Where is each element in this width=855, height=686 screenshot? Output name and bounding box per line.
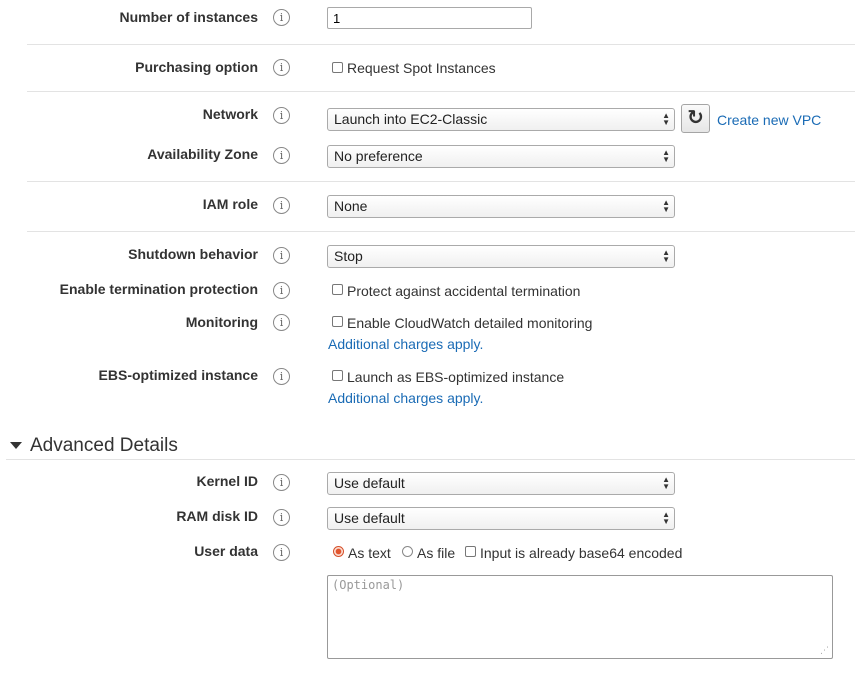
- ebs-checkbox-label: Launch as EBS-optimized instance: [347, 369, 565, 385]
- info-icon[interactable]: i: [273, 509, 290, 526]
- iam-select-value: None: [334, 198, 368, 214]
- create-vpc-link[interactable]: Create new VPC: [717, 112, 821, 128]
- refresh-icon[interactable]: ↻: [681, 104, 710, 133]
- spot-instances-label: Request Spot Instances: [347, 60, 496, 76]
- info-icon[interactable]: i: [273, 147, 290, 164]
- info-icon[interactable]: i: [273, 544, 290, 561]
- shutdown-label: Shutdown behavior: [128, 246, 258, 262]
- info-icon[interactable]: i: [273, 474, 290, 491]
- iam-select[interactable]: None ▲ ▼: [327, 195, 675, 218]
- base64-checkbox[interactable]: [465, 546, 476, 557]
- info-icon[interactable]: i: [273, 59, 290, 76]
- select-arrows-icon: ▲ ▼: [662, 198, 670, 214]
- userdata-label: User data: [194, 543, 258, 559]
- ebs-charges-link[interactable]: Additional charges apply.: [328, 390, 483, 406]
- termination-checkbox-label: Protect against accidental termination: [347, 283, 581, 299]
- shutdown-select[interactable]: Stop ▲ ▼: [327, 245, 675, 268]
- divider: [27, 91, 855, 92]
- info-icon[interactable]: i: [273, 368, 290, 385]
- network-select-value: Launch into EC2-Classic: [334, 111, 488, 127]
- ebs-label: EBS-optimized instance: [98, 367, 258, 383]
- kernel-select[interactable]: Use default ▲ ▼: [327, 472, 675, 495]
- termination-checkbox[interactable]: [332, 284, 343, 295]
- network-label: Network: [202, 106, 258, 122]
- select-arrows-icon: ▲ ▼: [662, 510, 670, 526]
- az-label: Availability Zone: [147, 146, 258, 162]
- divider: [27, 44, 855, 45]
- az-select[interactable]: No preference ▲ ▼: [327, 145, 675, 168]
- kernel-select-value: Use default: [334, 475, 405, 491]
- info-icon[interactable]: i: [273, 197, 290, 214]
- ramdisk-label: RAM disk ID: [176, 508, 258, 524]
- caret-down-icon[interactable]: [10, 442, 22, 449]
- resize-grip-icon[interactable]: ⋰: [820, 646, 830, 656]
- monitoring-checkbox[interactable]: [332, 316, 343, 327]
- kernel-label: Kernel ID: [196, 473, 258, 489]
- info-icon[interactable]: i: [273, 314, 290, 331]
- ebs-checkbox[interactable]: [332, 370, 343, 381]
- select-arrows-icon: ▲ ▼: [662, 248, 670, 264]
- purchasing-label: Purchasing option: [135, 59, 258, 75]
- spot-instances-checkbox[interactable]: [332, 62, 343, 73]
- monitoring-charges-link[interactable]: Additional charges apply.: [328, 336, 483, 352]
- select-arrows-icon: ▲ ▼: [662, 475, 670, 491]
- monitoring-checkbox-label: Enable CloudWatch detailed monitoring: [347, 315, 593, 331]
- userdata-textarea[interactable]: [327, 575, 833, 659]
- info-icon[interactable]: i: [273, 107, 290, 124]
- as-text-label: As text: [348, 545, 391, 561]
- as-text-radio[interactable]: [333, 546, 344, 557]
- network-select[interactable]: Launch into EC2-Classic ▲ ▼: [327, 108, 675, 131]
- monitoring-label: Monitoring: [185, 314, 258, 330]
- divider: [6, 459, 855, 460]
- as-file-label: As file: [417, 545, 456, 561]
- info-icon[interactable]: i: [273, 9, 290, 26]
- select-arrows-icon: ▲ ▼: [662, 148, 670, 164]
- select-arrows-icon: ▲ ▼: [662, 111, 670, 127]
- shutdown-select-value: Stop: [334, 248, 363, 264]
- info-icon[interactable]: i: [273, 282, 290, 299]
- as-file-radio[interactable]: [402, 546, 413, 557]
- advanced-details-heading[interactable]: Advanced Details: [30, 435, 178, 457]
- instances-input[interactable]: [327, 7, 532, 29]
- iam-label: IAM role: [202, 196, 258, 212]
- divider: [27, 231, 855, 232]
- az-select-value: No preference: [334, 148, 423, 164]
- ramdisk-select-value: Use default: [334, 510, 405, 526]
- termination-label: Enable termination protection: [59, 281, 258, 297]
- base64-label: Input is already base64 encoded: [480, 545, 683, 561]
- divider: [27, 181, 855, 182]
- info-icon[interactable]: i: [273, 247, 290, 264]
- instances-label: Number of instances: [119, 9, 258, 25]
- ramdisk-select[interactable]: Use default ▲ ▼: [327, 507, 675, 530]
